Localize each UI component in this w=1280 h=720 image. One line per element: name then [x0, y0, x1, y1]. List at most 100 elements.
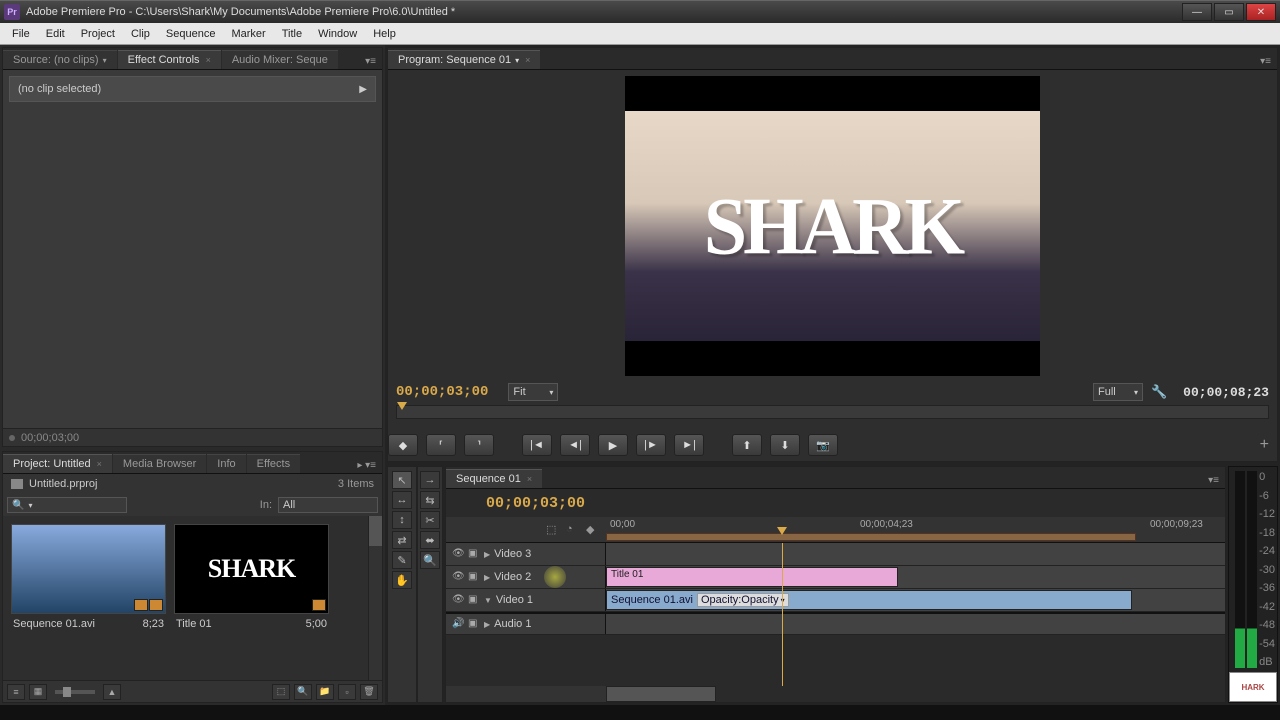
- snap-button[interactable]: ⬚: [546, 523, 560, 537]
- mark-in-button[interactable]: ⸢: [426, 434, 456, 456]
- timeline-clip-title[interactable]: Title 01: [606, 567, 898, 587]
- toggle-sync-lock-icon[interactable]: ▣: [468, 618, 480, 630]
- find-button[interactable]: 🔍: [294, 684, 312, 700]
- track-lane-v1[interactable]: Sequence 01.avi Opacity:Opacity▾: [606, 589, 1225, 611]
- toggle-sync-lock-icon[interactable]: ▣: [468, 548, 480, 560]
- sort-button[interactable]: ▲: [103, 684, 121, 700]
- track-name[interactable]: Video 2: [494, 571, 599, 583]
- thumbnail-zoom-slider[interactable]: [55, 690, 95, 694]
- tab-program[interactable]: Program: Sequence 01▾×: [388, 50, 540, 69]
- effect-controls-timecode[interactable]: 00;00;03;00: [21, 432, 79, 444]
- program-video-preview[interactable]: SHARK: [625, 76, 1040, 376]
- expand-icon[interactable]: ▶: [359, 84, 367, 95]
- clip-item-sequence[interactable]: Sequence 01.avi 8;23: [11, 524, 166, 672]
- menu-window[interactable]: Window: [310, 26, 365, 42]
- collapse-track-icon[interactable]: ▶: [484, 550, 490, 559]
- track-name[interactable]: Video 3: [494, 548, 599, 560]
- resolution-select[interactable]: Full▾: [1093, 383, 1143, 401]
- tab-timeline-sequence[interactable]: Sequence 01×: [446, 469, 542, 488]
- track-lane-v2[interactable]: Title 01: [606, 566, 1225, 588]
- track-name[interactable]: Video 1: [496, 594, 599, 606]
- tab-source[interactable]: Source: (no clips)▾: [3, 50, 117, 69]
- collapse-track-icon[interactable]: ▼: [484, 596, 492, 605]
- timeline-ruler[interactable]: 00;00 00;00;04;23 00;00;09;23: [606, 517, 1225, 542]
- menu-file[interactable]: File: [4, 26, 38, 42]
- list-view-button[interactable]: ≡: [7, 684, 25, 700]
- clip-item-title[interactable]: SHARK Title 01 5;00: [174, 524, 329, 672]
- go-to-out-button[interactable]: ►|: [674, 434, 704, 456]
- toggle-track-output-icon[interactable]: 🔊: [452, 618, 464, 630]
- tab-info[interactable]: Info: [207, 454, 245, 473]
- toggle-track-output-icon[interactable]: 👁: [452, 548, 464, 560]
- work-area-bar[interactable]: [606, 533, 1136, 541]
- track-lane-v3[interactable]: [606, 543, 1225, 565]
- clip-thumbnail[interactable]: SHARK: [174, 524, 329, 614]
- close-tab-icon[interactable]: ×: [97, 459, 102, 469]
- export-frame-button[interactable]: 📷: [808, 434, 838, 456]
- timeline-horizontal-scrollbar[interactable]: [606, 686, 1225, 702]
- close-button[interactable]: ✕: [1246, 3, 1276, 21]
- mark-out-button[interactable]: ⸣: [464, 434, 494, 456]
- timeline-timecode[interactable]: 00;00;03;00: [486, 495, 585, 512]
- delete-button[interactable]: 🗑: [360, 684, 378, 700]
- rolling-edit-tool[interactable]: ⇆: [420, 491, 440, 509]
- panel-menu-icon[interactable]: ▾≡: [1254, 54, 1277, 69]
- linked-selection-button[interactable]: ◔: [566, 523, 580, 537]
- step-forward-button[interactable]: |►: [636, 434, 666, 456]
- menu-clip[interactable]: Clip: [123, 26, 158, 42]
- step-back-button[interactable]: ◄|: [560, 434, 590, 456]
- selection-tool[interactable]: ↖: [392, 471, 412, 489]
- toggle-sync-lock-icon[interactable]: ▣: [468, 571, 480, 583]
- timeline-playhead-icon[interactable]: [777, 527, 787, 535]
- zoom-fit-select[interactable]: Fit▾: [508, 383, 558, 401]
- menu-edit[interactable]: Edit: [38, 26, 73, 42]
- close-tab-icon[interactable]: ×: [525, 55, 530, 65]
- slip-tool[interactable]: ⇄: [392, 531, 412, 549]
- play-button[interactable]: ▶: [598, 434, 628, 456]
- maximize-button[interactable]: ▭: [1214, 3, 1244, 21]
- collapse-track-icon[interactable]: ▶: [484, 573, 490, 582]
- pen-tool[interactable]: ✎: [392, 551, 412, 569]
- slide-tool[interactable]: ⬌: [420, 531, 440, 549]
- marker-button[interactable]: ◆: [586, 523, 600, 537]
- menu-help[interactable]: Help: [365, 26, 404, 42]
- settings-icon[interactable]: 🔧: [1151, 384, 1167, 400]
- clip-thumbnail[interactable]: [11, 524, 166, 614]
- track-lane-a1[interactable]: [606, 614, 1225, 634]
- hand-tool[interactable]: ✋: [392, 571, 412, 589]
- toggle-sync-lock-icon[interactable]: ▣: [468, 594, 480, 606]
- lift-button[interactable]: ⬆: [732, 434, 762, 456]
- clip-opacity-dropdown[interactable]: Opacity:Opacity▾: [697, 593, 789, 607]
- chevron-down-icon[interactable]: ▾: [515, 56, 519, 65]
- add-control-button[interactable]: +: [1260, 436, 1269, 454]
- icon-view-button[interactable]: ▦: [29, 684, 47, 700]
- chevron-down-icon[interactable]: ▾: [103, 56, 107, 65]
- new-item-button[interactable]: ▫: [338, 684, 356, 700]
- project-search-input[interactable]: 🔍▾: [7, 497, 127, 513]
- tab-audio-mixer[interactable]: Audio Mixer: Seque: [222, 50, 338, 69]
- panel-menu-icon[interactable]: ▸ ▾≡: [351, 458, 382, 473]
- minimize-button[interactable]: —: [1182, 3, 1212, 21]
- program-timecode[interactable]: 00;00;03;00: [396, 384, 488, 400]
- toggle-track-output-icon[interactable]: 👁: [452, 571, 464, 583]
- go-to-in-button[interactable]: |◄: [522, 434, 552, 456]
- rate-stretch-tool[interactable]: ↕: [392, 511, 412, 529]
- new-bin-button[interactable]: 📁: [316, 684, 334, 700]
- project-scrollbar[interactable]: [368, 516, 382, 680]
- tab-media-browser[interactable]: Media Browser: [113, 454, 206, 473]
- add-marker-button[interactable]: ◆: [388, 434, 418, 456]
- tab-effects[interactable]: Effects: [247, 454, 300, 473]
- menu-project[interactable]: Project: [73, 26, 123, 42]
- timeline-clip-video[interactable]: Sequence 01.avi Opacity:Opacity▾: [606, 590, 1132, 610]
- menu-marker[interactable]: Marker: [223, 26, 273, 42]
- panel-menu-icon[interactable]: ▾≡: [1202, 473, 1225, 488]
- toggle-track-output-icon[interactable]: 👁: [452, 594, 464, 606]
- track-select-tool[interactable]: →: [420, 471, 440, 489]
- playhead-line[interactable]: [782, 543, 783, 686]
- playhead-icon[interactable]: [397, 402, 407, 410]
- menu-sequence[interactable]: Sequence: [158, 26, 224, 42]
- program-scrubber[interactable]: [396, 405, 1269, 419]
- panel-menu-icon[interactable]: ▾≡: [359, 54, 382, 69]
- automate-button[interactable]: ⬚: [272, 684, 290, 700]
- collapse-track-icon[interactable]: ▶: [484, 620, 490, 629]
